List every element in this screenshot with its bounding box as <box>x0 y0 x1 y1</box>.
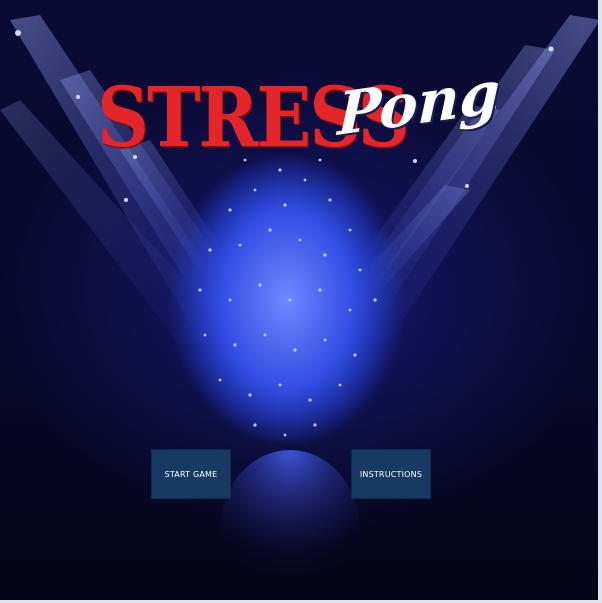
light-sphere <box>177 150 397 450</box>
start-game-button[interactable]: START GAME <box>151 449 231 499</box>
floor-reflection <box>220 450 360 603</box>
window-edge-right <box>598 0 602 603</box>
start-game-label: START GAME <box>164 469 218 479</box>
game-title-screen: STRESS Pong START GAME INSTRUCTIONS <box>0 0 602 603</box>
instructions-button[interactable]: INSTRUCTIONS <box>351 449 431 499</box>
instructions-label: INSTRUCTIONS <box>359 469 423 479</box>
